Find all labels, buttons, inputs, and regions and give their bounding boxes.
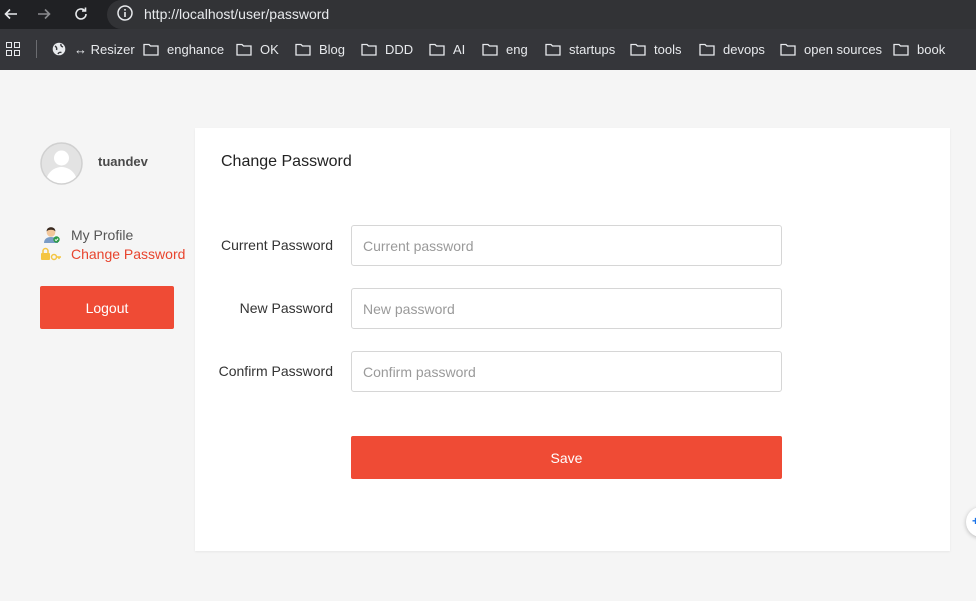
bookmark-label: ↔ Resizer — [74, 41, 135, 57]
sidebar-item-label: My Profile — [71, 227, 134, 243]
save-button[interactable]: Save — [351, 436, 782, 479]
back-button[interactable] — [0, 3, 22, 25]
bookmark-folder-eng[interactable]: eng — [482, 41, 528, 57]
bookmark-label: startups — [569, 41, 616, 57]
bookmark-folder-book[interactable]: book — [893, 41, 945, 57]
confirm-password-label: Confirm Password — [218, 363, 333, 379]
arrow-right-icon — [38, 8, 51, 20]
bookmark-label: DDD — [385, 41, 414, 57]
bookmark-folder-blog[interactable]: Blog — [295, 41, 345, 57]
key-lock-icon — [40, 245, 62, 263]
folder-icon — [429, 43, 445, 56]
change-password-card: Change Password Current Password New Pas… — [195, 128, 950, 551]
bookmark-label: enghance — [167, 41, 225, 57]
current-password-label: Current Password — [220, 237, 333, 253]
logout-button[interactable]: Logout — [40, 286, 174, 329]
reload-icon — [75, 7, 87, 20]
bookmark-label: eng — [506, 41, 528, 57]
new-password-input[interactable] — [351, 288, 782, 329]
username: tuandev — [98, 154, 148, 169]
new-password-label: New Password — [239, 300, 333, 316]
url-text[interactable]: http://localhost/user/password — [144, 5, 329, 23]
current-password-input[interactable] — [351, 225, 782, 266]
bookmark-folder-tools[interactable]: tools — [630, 41, 681, 57]
sidebar-item-label: Change Password — [71, 246, 186, 262]
folder-icon — [780, 43, 796, 56]
apps-button[interactable] — [6, 41, 20, 57]
floating-widget-button[interactable]: + — [966, 507, 976, 537]
folder-icon — [699, 43, 715, 56]
bookmark-label: open sources — [804, 41, 883, 57]
forward-button[interactable] — [33, 3, 55, 25]
bookmark-folder-devops[interactable]: devops — [699, 41, 765, 57]
bookmark-label: devops — [723, 41, 765, 57]
bookmark-folder-enghance[interactable]: enghance — [143, 41, 224, 57]
page-title: Change Password — [221, 153, 352, 170]
bookmark-folder-startups[interactable]: startups — [545, 41, 615, 57]
folder-icon — [482, 43, 498, 56]
folder-icon — [236, 43, 252, 56]
browser-address-bar: http://localhost/user/password — [0, 0, 976, 29]
sidebar-item-change-password[interactable]: Change Password — [40, 245, 185, 263]
bookmark-folder-open-sources[interactable]: open sources — [780, 41, 882, 57]
folder-icon — [295, 43, 311, 56]
folder-icon — [361, 43, 377, 56]
bookmark-label: book — [917, 41, 946, 57]
bookmark-folder-ok[interactable]: OK — [236, 41, 279, 57]
bookmark-label: tools — [654, 41, 682, 57]
bookmark-folder-ddd[interactable]: DDD — [361, 41, 413, 57]
bookmark-folder-ai[interactable]: AI — [429, 41, 465, 57]
bookmark-label: Blog — [319, 41, 346, 57]
bookmark-label: AI — [453, 41, 466, 57]
plus-icon: + — [972, 514, 976, 528]
arrow-left-icon — [4, 8, 17, 20]
folder-icon — [545, 43, 561, 56]
avatar — [40, 142, 83, 185]
confirm-password-input[interactable] — [351, 351, 782, 392]
user-profile-icon — [40, 226, 62, 244]
bookmark-resizer[interactable]: ↔ Resizer — [52, 41, 135, 57]
globe-icon — [52, 42, 66, 56]
reload-button[interactable] — [70, 3, 92, 25]
bookmark-label: OK — [260, 41, 279, 57]
site-info-icon[interactable] — [116, 4, 134, 22]
folder-icon — [630, 43, 646, 56]
folder-icon — [893, 43, 909, 56]
folder-icon — [143, 43, 159, 56]
bookmarks-separator — [36, 40, 37, 58]
sidebar-item-my-profile[interactable]: My Profile — [40, 226, 133, 244]
apps-grid-icon — [6, 42, 20, 56]
bookmarks-bar: ↔ Resizer enghance OK Blog DDD AI eng st… — [0, 29, 976, 70]
